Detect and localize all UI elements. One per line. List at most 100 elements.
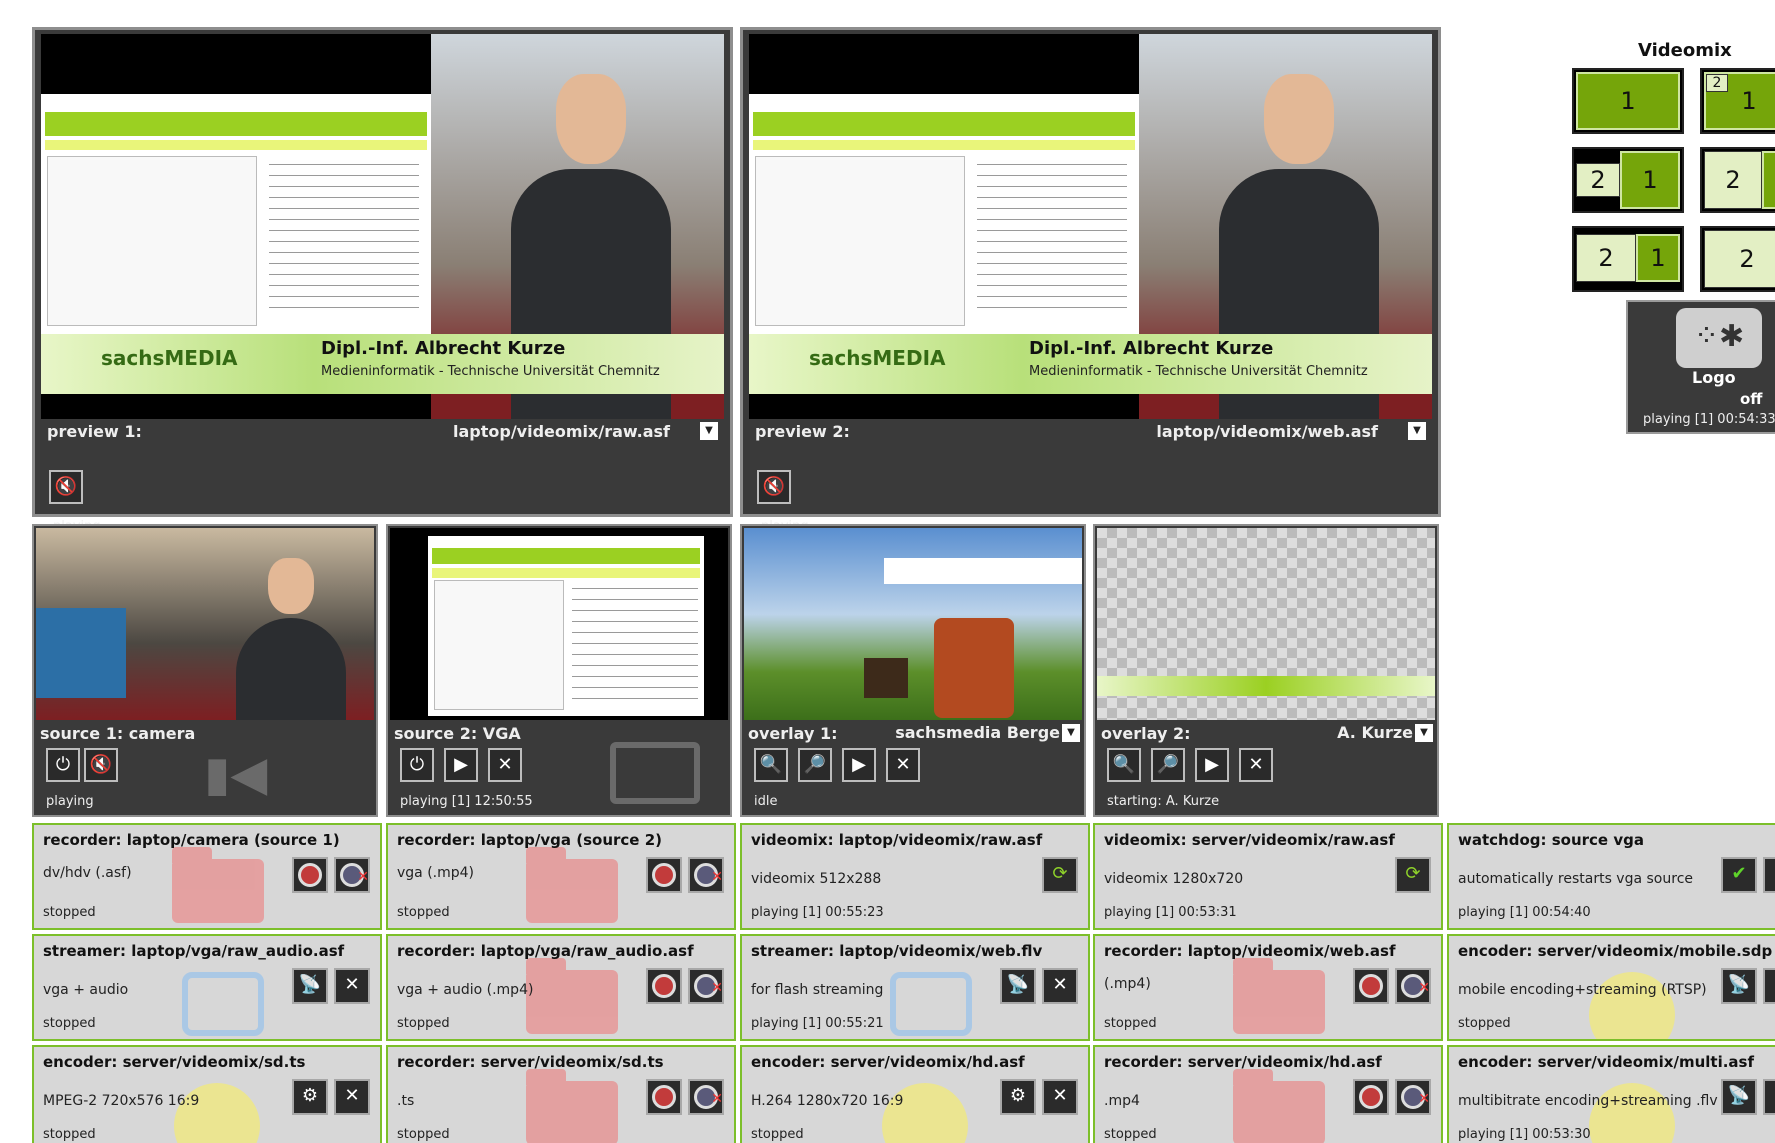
record-icon[interactable] [1353,1079,1389,1115]
preview-2-title: preview 2: [755,422,850,441]
layout-button-4[interactable]: 2 [1700,147,1775,213]
preview-1-file[interactable]: laptop/videomix/raw.asf [453,422,670,441]
chevron-down-icon[interactable]: ▼ [1415,724,1433,742]
source-1-panel: source 1: camera ⏻ 🔇 ▮◀ playing [32,524,378,817]
close-icon[interactable]: ✖ [1763,857,1775,893]
card-status: stopped [397,1127,450,1142]
stop-icon[interactable]: ✕ [334,968,370,1004]
gear-icon[interactable]: ⚙ [1000,1079,1036,1115]
card-status: stopped [1458,1016,1511,1031]
refresh-icon[interactable]: ⟳ [1042,857,1078,893]
mute-icon[interactable]: 🔇 [757,470,791,504]
overlay-1-selection[interactable]: sachsmedia Berge [895,723,1060,742]
card-description: .mp4 [1104,1093,1140,1109]
zoom-out-icon[interactable]: 🔎 [1151,748,1185,782]
play-icon[interactable]: ▶ [444,748,478,782]
zoom-in-icon[interactable]: 🔍 [1107,748,1141,782]
broadcast-icon[interactable]: 📡 [1000,968,1036,1004]
record-cancel-icon[interactable] [1395,1079,1431,1115]
record-icon[interactable] [646,968,682,1004]
layout-button-3[interactable]: 2 1 [1572,147,1684,213]
record-cancel-icon[interactable] [688,1079,724,1115]
lower-third-logo: sachsMEDIA [101,346,238,370]
stop-icon[interactable]: ✕ [488,748,522,782]
card-status: stopped [397,905,450,920]
card-status: playing [1] 00:55:21 [751,1016,884,1031]
folder-icon [526,847,618,923]
source-2-video [390,528,728,720]
card-description: automatically restarts vga source [1458,871,1693,887]
camera-icon: ▮◀ [204,746,268,802]
broadcast-icon[interactable]: 📡 [1721,968,1757,1004]
preview-2-video: sachsMEDIA Dipl.-Inf. Albrecht Kurze Med… [749,34,1432,419]
layout-button-2[interactable]: 1 2 [1700,68,1775,134]
mute-icon[interactable]: 🔇 [49,470,83,504]
chevron-down-icon[interactable]: ▼ [1408,422,1426,440]
lower-third-sub: Medieninformatik - Technische Universitä… [321,364,660,379]
card-title: encoder: server/videomix/multi.asf [1458,1053,1755,1071]
record-icon[interactable] [646,857,682,893]
record-cancel-icon[interactable] [334,857,370,893]
card-status: playing [1] 00:53:31 [1104,905,1237,920]
stop-icon[interactable]: ✕ [1042,968,1078,1004]
overlay-2-status: starting: A. Kurze [1107,794,1220,809]
overlay-2-panel: overlay 2: A. Kurze ▼ 🔍 🔎 ▶ ✕ starting: … [1093,524,1439,817]
card-description: videomix 1280x720 [1104,871,1244,887]
stop-icon[interactable]: ✕ [1239,748,1273,782]
stop-icon[interactable]: ✕ [886,748,920,782]
task-card: encoder: server/videomix/mobile.sdp mobi… [1447,934,1775,1041]
task-card: recorder: laptop/videomix/web.asf (.mp4)… [1093,934,1443,1041]
layout-button-6[interactable]: 2 [1700,226,1775,292]
mute-icon[interactable]: 🔇 [84,748,118,782]
card-title: videomix: laptop/videomix/raw.asf [751,831,1043,849]
stop-icon[interactable]: ✕ [1763,968,1775,1004]
gear-watermark-icon [1589,1083,1675,1143]
record-icon[interactable] [1353,968,1389,1004]
source-1-title: source 1: camera [40,724,196,743]
preview-2-file[interactable]: laptop/videomix/web.asf [1156,422,1378,441]
overlay-1-video [744,528,1082,720]
zoom-out-icon[interactable]: 🔎 [798,748,832,782]
chevron-down-icon[interactable]: ▼ [1062,724,1080,742]
card-status: stopped [1104,1127,1157,1142]
record-icon[interactable] [292,857,328,893]
power-icon[interactable]: ⏻ [46,748,80,782]
stop-icon[interactable]: ✕ [1763,1079,1775,1115]
power-icon[interactable]: ⏻ [400,748,434,782]
monitor-icon [610,742,700,804]
card-description: MPEG-2 720x576 16:9 [43,1093,200,1109]
stop-icon[interactable]: ✕ [334,1079,370,1115]
broadcast-icon[interactable]: 📡 [1721,1079,1757,1115]
task-card: recorder: server/videomix/hd.asf .mp4 st… [1093,1045,1443,1143]
card-description: H.264 1280x720 16:9 [751,1093,904,1109]
logo-icon[interactable]: ⁘✱ [1676,308,1762,368]
play-icon[interactable]: ▶ [1195,748,1229,782]
record-cancel-icon[interactable] [688,857,724,893]
stop-icon[interactable]: ✕ [1042,1079,1078,1115]
play-icon[interactable]: ▶ [842,748,876,782]
record-cancel-icon[interactable] [1395,968,1431,1004]
source-2-status: playing [1] 12:50:55 [400,794,533,809]
overlay-2-selection[interactable]: A. Kurze [1337,723,1413,742]
record-cancel-icon[interactable] [688,968,724,1004]
task-card: videomix: laptop/videomix/raw.asf videom… [740,823,1090,930]
zoom-in-icon[interactable]: 🔍 [754,748,788,782]
card-description: mobile encoding+streaming (RTSP) [1458,982,1707,998]
refresh-icon[interactable]: ⟳ [1395,857,1431,893]
layout-button-5[interactable]: 2 1 [1572,226,1684,292]
card-status: stopped [43,1016,96,1031]
layout-button-1[interactable]: 1 [1572,68,1684,134]
slide-content [41,94,431,334]
card-description: vga (.mp4) [397,865,475,881]
gear-icon[interactable]: ⚙ [292,1079,328,1115]
broadcast-icon[interactable]: 📡 [292,968,328,1004]
record-icon[interactable] [646,1079,682,1115]
folder-icon [526,958,618,1034]
overlay-1-title: overlay 1: [748,724,838,743]
card-description: dv/hdv (.asf) [43,865,132,881]
check-icon[interactable]: ✔ [1721,857,1757,893]
gear-watermark-icon [882,1083,968,1143]
task-card: encoder: server/videomix/hd.asf H.264 12… [740,1045,1090,1143]
chevron-down-icon[interactable]: ▼ [700,422,718,440]
logo-panel[interactable]: ⁘✱ Logo off playing [1] 00:54:33 [1626,300,1775,434]
